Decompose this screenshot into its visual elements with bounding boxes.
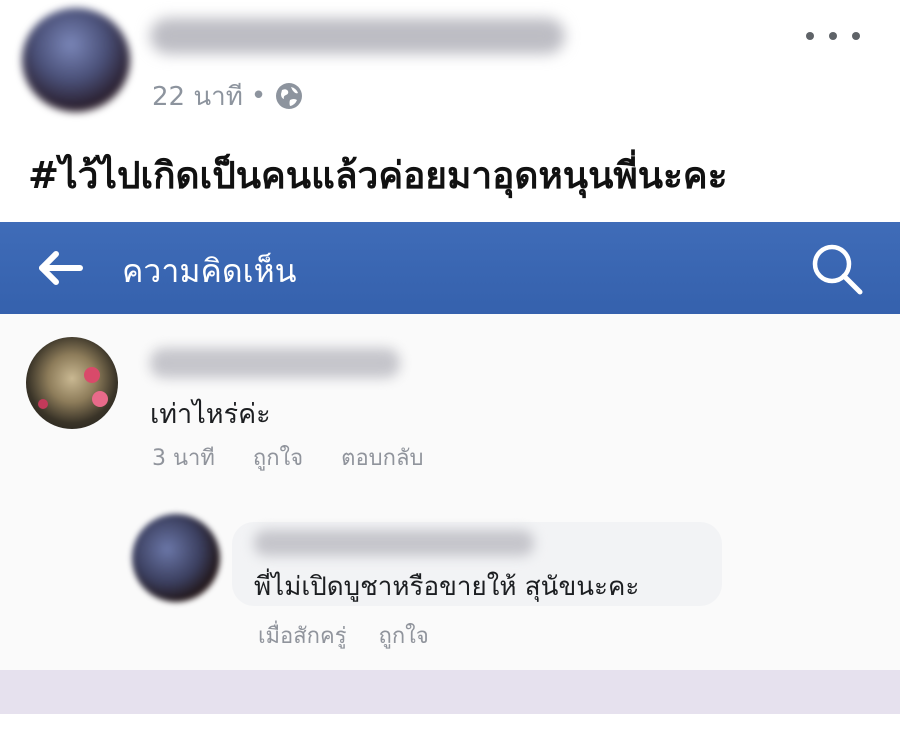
comment-text: เท่าไหร่ค่ะ bbox=[150, 399, 271, 430]
reply-time: เมื่อสักครู่ bbox=[258, 624, 347, 649]
comment-actions: 3 นาที ถูกใจ ตอบกลับ bbox=[152, 440, 423, 475]
meta-separator: • bbox=[250, 81, 267, 111]
reply-text: พี่ไม่เปิดบูชาหรือขายให้ สุนัขนะคะ bbox=[254, 572, 640, 602]
post-time: 22 นาที bbox=[152, 81, 243, 112]
post-author-avatar[interactable] bbox=[22, 8, 130, 112]
search-icon[interactable] bbox=[808, 240, 866, 298]
flower-decoration bbox=[38, 399, 48, 409]
post-meta: 22 นาที • bbox=[152, 78, 304, 114]
reply-author-name-blurred[interactable] bbox=[254, 530, 534, 556]
commenter-name-blurred[interactable] bbox=[150, 348, 400, 378]
comments-list bbox=[0, 314, 900, 670]
reply-actions: เมื่อสักครู่ ถูกใจ bbox=[258, 618, 429, 653]
footer-area bbox=[0, 714, 900, 736]
back-arrow-icon[interactable] bbox=[38, 250, 84, 286]
dot-icon bbox=[829, 32, 837, 40]
reply-button[interactable]: ตอบกลับ bbox=[341, 440, 423, 475]
reply-author-avatar[interactable] bbox=[132, 514, 220, 602]
comments-title: ความคิดเห็น bbox=[122, 252, 297, 290]
post-author-name-blurred[interactable] bbox=[150, 18, 565, 54]
dot-icon bbox=[852, 32, 860, 40]
like-button[interactable]: ถูกใจ bbox=[253, 440, 303, 475]
flower-decoration bbox=[92, 391, 108, 407]
post-text: #ไว้ไปเกิดเป็นคนแล้วค่อยมาอุดหนุนพี่นะคะ bbox=[28, 154, 728, 197]
bottom-strip bbox=[0, 670, 900, 714]
more-options-button[interactable] bbox=[806, 22, 860, 50]
comment-time: 3 นาที bbox=[152, 446, 215, 471]
dot-icon bbox=[806, 32, 814, 40]
flower-decoration bbox=[84, 367, 100, 383]
globe-icon bbox=[276, 83, 303, 109]
commenter-avatar[interactable] bbox=[26, 337, 118, 429]
comments-header-bar: ความคิดเห็น bbox=[0, 222, 900, 314]
like-button[interactable]: ถูกใจ bbox=[379, 618, 429, 653]
